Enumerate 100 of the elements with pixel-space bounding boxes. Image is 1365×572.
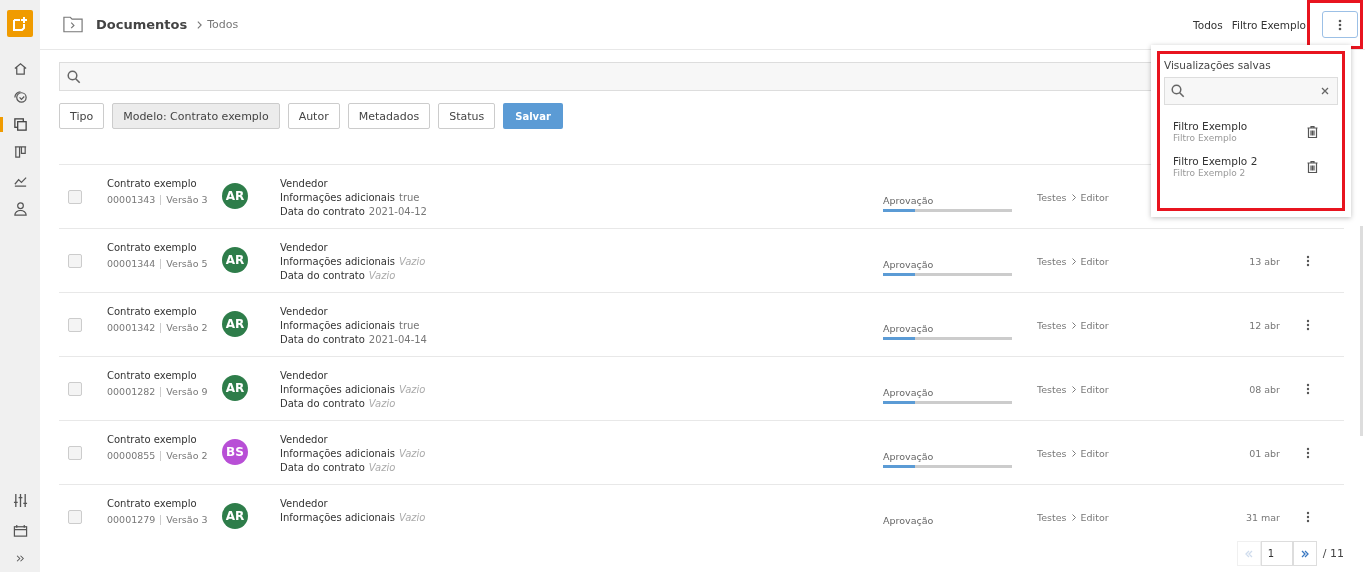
- chevron-icon: [1070, 321, 1077, 330]
- document-version: Versão 3: [166, 514, 208, 525]
- path-label: Testes: [1037, 320, 1067, 331]
- expand-icon[interactable]: [14, 553, 26, 564]
- more-icon[interactable]: [1306, 447, 1310, 459]
- date-label: 01 abr: [1248, 447, 1280, 459]
- path-label: Testes: [1037, 448, 1067, 459]
- document-title[interactable]: Contrato exemplo: [107, 178, 222, 189]
- field-label: Informações adicionais: [280, 448, 395, 459]
- more-icon[interactable]: [1306, 255, 1310, 267]
- user-icon[interactable]: [12, 201, 28, 216]
- avatar: AR: [222, 503, 248, 529]
- filter-button[interactable]: Autor: [287, 103, 340, 129]
- field-value: Vazio: [368, 462, 396, 473]
- page-total: / 11: [1322, 547, 1344, 560]
- document-version: Versão 2: [166, 322, 208, 333]
- document-title[interactable]: Contrato exemplo: [107, 498, 222, 509]
- search-field[interactable]: [1164, 77, 1338, 105]
- field-label: Vendedor: [280, 370, 328, 381]
- document-title[interactable]: Contrato exemplo: [107, 242, 222, 253]
- home-icon[interactable]: [12, 61, 28, 76]
- field-label: Informações adicionais: [280, 256, 395, 267]
- document-number: 00001344: [107, 258, 156, 269]
- document-title[interactable]: Contrato exemplo: [107, 306, 222, 317]
- field-label: Vendedor: [280, 434, 328, 445]
- field-label: Data do contrato: [280, 270, 365, 281]
- date-label: 12 abr: [1248, 319, 1280, 331]
- chevron-icon: [196, 19, 204, 30]
- row-checkbox[interactable]: [68, 190, 82, 204]
- path-label: Editor: [1080, 384, 1109, 395]
- chevron-icon: [1070, 385, 1077, 394]
- page-input[interactable]: 1: [1260, 541, 1293, 566]
- field-label: Vendedor: [280, 306, 328, 317]
- row-checkbox[interactable]: [68, 382, 82, 396]
- filter-button[interactable]: Metadados: [347, 103, 431, 129]
- board-icon[interactable]: [12, 145, 28, 160]
- saved-view-name[interactable]: Filtro Exemplo 2: [1173, 155, 1307, 167]
- scrollbar[interactable]: [1360, 226, 1363, 436]
- popover-title: Visualizações salvas: [1164, 59, 1272, 71]
- field-label: Informações adicionais: [280, 192, 395, 203]
- field-value: true: [399, 320, 420, 331]
- field-label: Vendedor: [280, 178, 328, 189]
- saved-view-name[interactable]: Filtro Exemplo: [1173, 120, 1307, 132]
- double-chevron-right-icon: [1300, 549, 1309, 558]
- date-label: 31 mar: [1244, 511, 1280, 523]
- sliders-icon[interactable]: [12, 493, 28, 508]
- field-label: Informações adicionais: [280, 384, 395, 395]
- row-checkbox[interactable]: [68, 254, 82, 268]
- more-icon[interactable]: [1306, 383, 1310, 395]
- field-value: 2021-04-12: [368, 206, 427, 217]
- field-label: Vendedor: [280, 498, 328, 509]
- trash-icon[interactable]: [1307, 125, 1318, 138]
- stage-label: Aprovação: [883, 515, 935, 526]
- path-label: Testes: [1037, 256, 1067, 267]
- double-chevron-left-icon: [1244, 549, 1253, 558]
- path-label: Testes: [1037, 192, 1067, 203]
- path-label: Editor: [1080, 256, 1109, 267]
- field-label: Vendedor: [280, 242, 328, 253]
- path-label: Editor: [1080, 512, 1109, 523]
- avatar: AR: [222, 247, 248, 273]
- filter-button[interactable]: Modelo: Contrato exemplo: [112, 103, 280, 129]
- page-title: Documentos: [96, 17, 188, 32]
- trash-icon[interactable]: [1307, 160, 1318, 173]
- document-title[interactable]: Contrato exemplo: [107, 370, 222, 381]
- field-value: true: [399, 192, 420, 203]
- search-icon: [67, 69, 81, 84]
- row-checkbox[interactable]: [68, 446, 82, 460]
- document-title[interactable]: Contrato exemplo: [107, 434, 222, 445]
- field-label: Informações adicionais: [280, 512, 395, 523]
- calendar-icon[interactable]: [12, 523, 28, 538]
- row-checkbox[interactable]: [68, 318, 82, 332]
- view-link[interactable]: Todos: [1193, 18, 1223, 31]
- view-link[interactable]: Filtro Exemplo: [1231, 18, 1306, 31]
- more-icon[interactable]: [1306, 319, 1310, 331]
- document-version: Versão 3: [166, 194, 208, 205]
- filter-button[interactable]: Tipo: [59, 103, 105, 129]
- document-number: 00001282: [107, 386, 156, 397]
- stage-label: Aprovação: [883, 451, 935, 462]
- row-checkbox[interactable]: [68, 510, 82, 524]
- field-value: Vazio: [399, 448, 426, 459]
- avatar: AR: [222, 311, 248, 337]
- document-version: Versão 5: [166, 258, 208, 269]
- stage-label: Aprovação: [883, 323, 935, 334]
- breadcrumb-link[interactable]: Todos: [207, 18, 239, 31]
- chevron-icon: [1070, 513, 1077, 522]
- field-value: 2021-04-14: [368, 334, 427, 345]
- document-number: 00001342: [107, 322, 156, 333]
- field-label: Data do contrato: [280, 206, 365, 217]
- field-label: Data do contrato: [280, 398, 365, 409]
- documents-icon[interactable]: [12, 117, 28, 132]
- chevron-icon: [1070, 193, 1077, 202]
- clear-icon[interactable]: [1321, 87, 1329, 95]
- filter-button[interactable]: Status: [438, 103, 496, 129]
- chevron-icon: [1070, 449, 1077, 458]
- check-circle-icon[interactable]: [12, 89, 28, 104]
- more-icon[interactable]: [1306, 511, 1310, 523]
- path-label: Testes: [1037, 384, 1067, 395]
- document-number: 00001343: [107, 194, 156, 205]
- field-value: Vazio: [399, 512, 426, 523]
- avatar: AR: [222, 183, 248, 209]
